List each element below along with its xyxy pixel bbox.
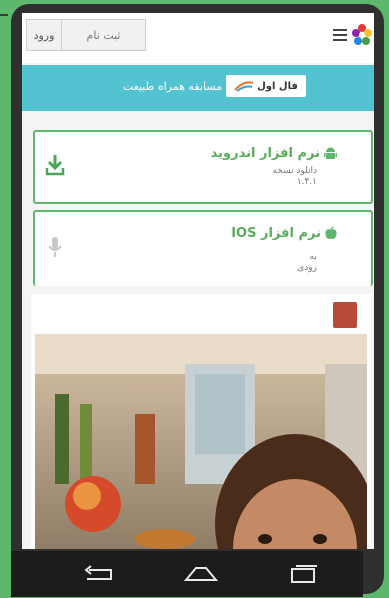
ios-title-text: نرم افزار IOS [231, 226, 321, 241]
back-icon[interactable] [81, 565, 117, 583]
login-button[interactable]: ورود [27, 20, 62, 50]
app-screen: ورود ثبت نام فال اول مسابقه همراه طبیعت [22, 13, 374, 549]
auth-buttons: ورود ثبت نام [26, 19, 146, 51]
android-version-number: ۱.۴.۱ [296, 177, 317, 187]
post-author-thumbnail[interactable] [333, 302, 357, 328]
android-title-text: نرم افزار اندروید [210, 146, 320, 161]
ios-download-card[interactable]: نرم افزار IOS به زودی [33, 210, 373, 286]
download-icon[interactable] [45, 154, 65, 176]
ios-card-title: نرم افزار IOS [231, 226, 337, 241]
android-download-card[interactable]: نرم افزار اندروید دانلود نسخه ۱.۴.۱ [33, 130, 373, 204]
home-icon[interactable] [182, 564, 220, 584]
banner-tagline: مسابقه همراه طبیعت [122, 80, 222, 93]
register-button[interactable]: ثبت نام [62, 20, 145, 50]
hamburger-menu-icon[interactable] [333, 29, 347, 41]
android-download-version-label: دانلود نسخه [272, 166, 317, 176]
frame-corner-line [0, 14, 8, 16]
featured-post-card[interactable] [31, 294, 371, 549]
promo-banner: فال اول مسابقه همراه طبیعت [22, 65, 374, 111]
ios-coming-soon-line1: به [309, 252, 317, 262]
child-with-apple-photo[interactable] [35, 334, 367, 549]
recent-apps-icon[interactable] [289, 563, 317, 585]
android-navigation-bar [11, 551, 363, 597]
brand-logo[interactable]: فال اول [226, 75, 306, 97]
brand-name: فال اول [257, 80, 298, 92]
android-icon [324, 147, 337, 159]
microphone-icon [48, 237, 62, 257]
android-card-title: نرم افزار اندروید [211, 146, 337, 161]
top-header: ورود ثبت نام [22, 13, 374, 63]
brand-swoosh-icon [234, 81, 254, 92]
star-logo-icon[interactable] [352, 24, 372, 46]
ios-coming-soon-line2: زودی [297, 263, 317, 273]
apple-icon [325, 227, 337, 239]
